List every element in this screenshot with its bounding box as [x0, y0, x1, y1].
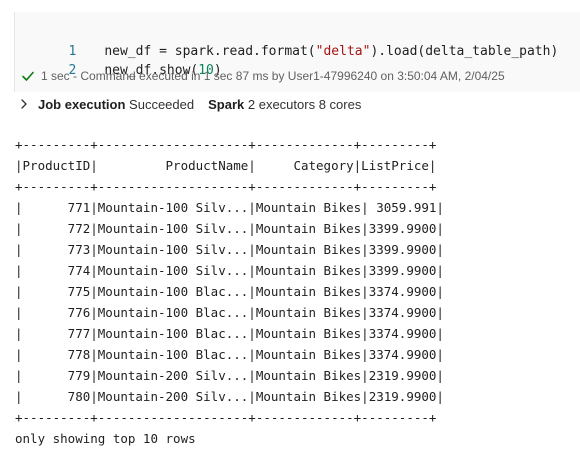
table-row: | 776|Mountain-100 Blac...|Mountain Bike… [15, 305, 444, 320]
table-row: | 772|Mountain-100 Silv...|Mountain Bike… [15, 221, 444, 236]
table-row: | 775|Mountain-100 Blac...|Mountain Bike… [15, 284, 444, 299]
status-message: - Command executed in 1 sec 87 ms by Use… [69, 69, 505, 83]
table-row: | 779|Mountain-200 Silv...|Mountain Bike… [15, 368, 444, 383]
code-string-token: "delta" [315, 44, 371, 59]
output-footer: only showing top 10 rows [15, 431, 196, 446]
job-execution-label: Job execution [38, 97, 126, 112]
spark-label: Spark [208, 97, 245, 112]
table-border: +---------+--------------------+--------… [15, 179, 437, 194]
table-row: | 778|Mountain-100 Blac...|Mountain Bike… [15, 347, 444, 362]
table-row: | 777|Mountain-100 Blac...|Mountain Bike… [15, 326, 444, 341]
chevron-right-icon[interactable] [18, 98, 30, 110]
table-row: | 773|Mountain-100 Silv...|Mountain Bike… [15, 242, 444, 257]
check-icon [22, 71, 34, 81]
table-border: +---------+--------------------+--------… [15, 410, 437, 425]
execution-status: 1 sec - Command executed in 1 sec 87 ms … [21, 68, 505, 84]
code-line[interactable]: 2 new_df.show(10) [15, 41, 221, 78]
table-row: | 774|Mountain-100 Silv...|Mountain Bike… [15, 263, 444, 278]
status-duration: 1 sec [41, 69, 70, 83]
spark-detail: 2 executors 8 cores [247, 97, 362, 112]
code-line[interactable]: 1 new_df = spark.read.format("delta").loa… [15, 22, 558, 59]
job-execution-row[interactable]: Job execution Succeeded Spark 2 executors… [18, 96, 361, 114]
table-row: | 771|Mountain-100 Silv...|Mountain Bike… [15, 200, 444, 215]
code-cell[interactable]: 1 new_df = spark.read.format("delta").loa… [14, 12, 580, 92]
code-token: ).load(delta_table_path) [370, 44, 559, 59]
table-row: | 780|Mountain-200 Silv...|Mountain Bike… [15, 389, 444, 404]
cell-output: +---------+--------------------+--------… [15, 134, 444, 449]
table-border: +---------+--------------------+--------… [15, 137, 437, 152]
table-header-row: |ProductID| ProductName| Category|ListPr… [15, 158, 437, 173]
job-execution-state: Succeeded [129, 97, 195, 112]
